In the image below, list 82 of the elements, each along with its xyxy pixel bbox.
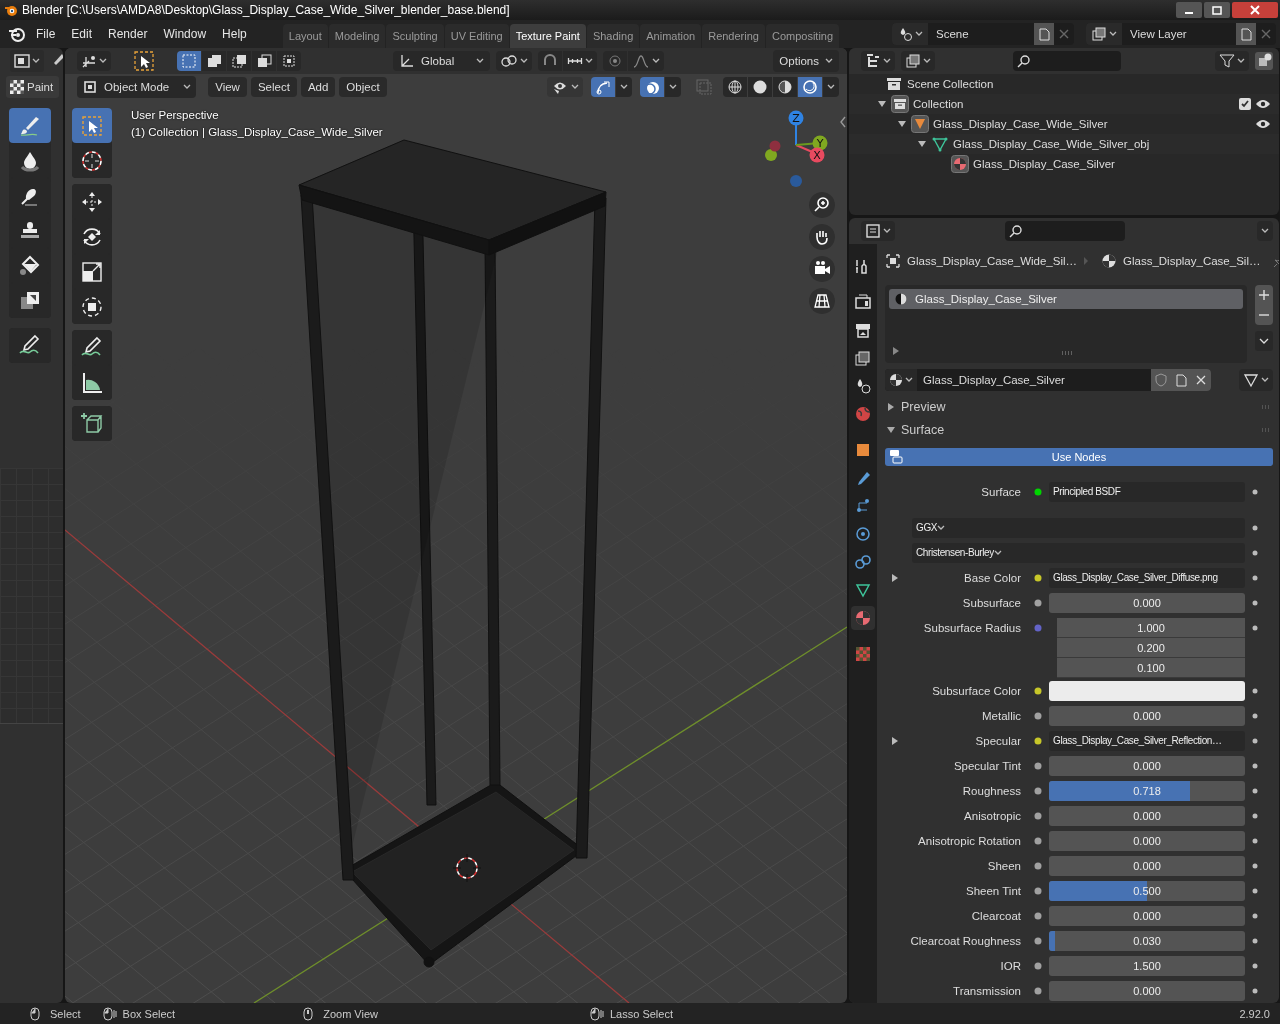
view-layer-selector[interactable]: View Layer bbox=[1086, 23, 1276, 45]
property-label: Subsurface bbox=[961, 596, 1022, 609]
dropdown-field[interactable]: GGX bbox=[912, 517, 1245, 538]
viewport-menu[interactable]: Object bbox=[339, 77, 387, 97]
property-label: Specular bbox=[974, 734, 1022, 747]
workspace-tab[interactable]: Texture Paint bbox=[509, 24, 586, 48]
breadcrumb-item[interactable]: Glass_Display_Case_Wide_Sil… bbox=[907, 254, 1077, 267]
material-slot[interactable]: Glass_Display_Case_Silver bbox=[889, 289, 1243, 310]
property-label: Anisotropic bbox=[963, 809, 1022, 822]
menu-item[interactable]: Render bbox=[100, 24, 156, 44]
linked-input-field[interactable]: Glass_Display_Case_Silver_Diffuse.png bbox=[1049, 567, 1245, 588]
workspace-tab[interactable]: Rendering bbox=[702, 24, 765, 48]
slider-field[interactable]: 0.000 bbox=[1049, 830, 1245, 851]
property-label: Base Color bbox=[963, 571, 1022, 584]
outliner-item[interactable]: Collection bbox=[913, 98, 964, 110]
mode-dropdown[interactable]: Object Mode bbox=[77, 76, 197, 98]
slider-field[interactable]: 0.030 bbox=[1049, 930, 1245, 951]
outliner-item[interactable]: Glass_Display_Case_Wide_Silver_obj bbox=[953, 138, 1150, 150]
property-label: Clearcoat Roughness bbox=[909, 934, 1022, 947]
menu-item[interactable]: Help bbox=[214, 24, 255, 44]
property-label: IOR bbox=[999, 959, 1022, 972]
property-label: Roughness bbox=[961, 784, 1022, 797]
viewport-menu[interactable]: Add bbox=[300, 77, 336, 97]
outliner-item[interactable]: Glass_Display_Case_Silver bbox=[973, 158, 1115, 170]
slider-field[interactable]: 0.000 bbox=[1049, 805, 1245, 826]
workspace-tab[interactable]: Animation bbox=[640, 24, 702, 48]
slider-field[interactable]: 0.000 bbox=[1049, 755, 1245, 776]
linked-input-field[interactable]: Principled BSDF bbox=[1049, 481, 1245, 502]
window-title: Blender [C:\Users\AMDA8\Desktop\Glass_Display_Case_Wide_Silver_blender_base.blend] bbox=[22, 3, 511, 17]
status-hint: Box Select bbox=[122, 1007, 176, 1020]
outliner-item[interactable]: Scene Collection bbox=[907, 78, 994, 90]
status-hint: Select bbox=[50, 1007, 81, 1020]
version-text: 2.92.0 bbox=[1239, 1007, 1270, 1020]
viewport-info-text: User Perspective bbox=[131, 109, 220, 121]
property-label: Surface bbox=[980, 485, 1022, 498]
property-label: Specular Tint bbox=[952, 759, 1022, 772]
slider-field[interactable]: 0.000 bbox=[1049, 705, 1245, 726]
workspace-tab[interactable]: Layout bbox=[282, 24, 328, 48]
slider-field[interactable]: 0.718 bbox=[1049, 780, 1245, 801]
workspace-tab[interactable]: Modeling bbox=[328, 24, 386, 48]
property-label: Subsurface Color bbox=[931, 684, 1022, 697]
navigation-gizmo[interactable]: Z Y X bbox=[759, 108, 835, 198]
options-dropdown[interactable]: Options bbox=[773, 50, 839, 72]
property-label: Sheen Tint bbox=[965, 884, 1022, 897]
use-nodes-button[interactable]: Use Nodes bbox=[885, 448, 1273, 466]
menu-item[interactable]: File bbox=[28, 24, 64, 44]
orientation-dropdown[interactable]: Global bbox=[393, 51, 491, 71]
vector-field[interactable]: 0.100 bbox=[1057, 658, 1245, 678]
viewport-menu[interactable]: Select bbox=[250, 77, 297, 97]
scene-selector[interactable]: Scene bbox=[892, 23, 1074, 45]
workspace-tab[interactable]: UV Editing bbox=[444, 24, 509, 48]
property-label: Anisotropic Rotation bbox=[917, 834, 1022, 847]
material-selector[interactable]: Glass_Display_Case_Silver bbox=[885, 369, 1211, 392]
slider-field[interactable]: 0.000 bbox=[1049, 905, 1245, 926]
menu-item[interactable]: Window bbox=[155, 24, 215, 44]
panel-header[interactable]: Surface bbox=[885, 418, 1273, 442]
status-hint: Lasso Select bbox=[610, 1007, 673, 1020]
workspace-tab[interactable]: Compositing bbox=[765, 24, 840, 48]
vector-field[interactable]: 0.200 bbox=[1057, 638, 1245, 658]
property-label: Sheen bbox=[986, 859, 1022, 872]
slider-field[interactable]: 0.000 bbox=[1049, 980, 1245, 1001]
slider-field[interactable]: 0.500 bbox=[1049, 880, 1245, 901]
outliner-item[interactable]: Glass_Display_Case_Wide_Silver bbox=[933, 118, 1108, 130]
slider-field[interactable]: 0.000 bbox=[1049, 592, 1245, 613]
property-label: Transmission bbox=[952, 984, 1022, 997]
vector-field[interactable]: 1.000 bbox=[1057, 618, 1245, 638]
menu-item[interactable]: Edit bbox=[63, 24, 101, 44]
workspace-tab[interactable]: Shading bbox=[586, 24, 640, 48]
paint-tab[interactable]: Paint bbox=[6, 76, 60, 98]
number-field[interactable]: 1.500 bbox=[1049, 955, 1245, 976]
property-label: Clearcoat bbox=[970, 909, 1022, 922]
property-label: Metallic bbox=[981, 709, 1022, 722]
breadcrumb-item[interactable]: Glass_Display_Case_Sil… bbox=[1123, 254, 1261, 267]
panel-header[interactable]: Preview bbox=[885, 395, 1273, 419]
viewport-info-text: (1) Collection | Glass_Display_Case_Wide_Silver bbox=[131, 126, 383, 138]
status-hint: Zoom View bbox=[323, 1007, 378, 1020]
dropdown-field[interactable]: Christensen-Burley bbox=[912, 542, 1245, 563]
linked-input-field[interactable]: Glass_Display_Case_Silver_Reflection… bbox=[1049, 730, 1245, 751]
slider-field[interactable]: 0.000 bbox=[1049, 855, 1245, 876]
property-label: Subsurface Radius bbox=[922, 621, 1022, 636]
workspace-tab[interactable]: Sculpting bbox=[386, 24, 444, 48]
viewport-menu[interactable]: View bbox=[208, 77, 247, 97]
